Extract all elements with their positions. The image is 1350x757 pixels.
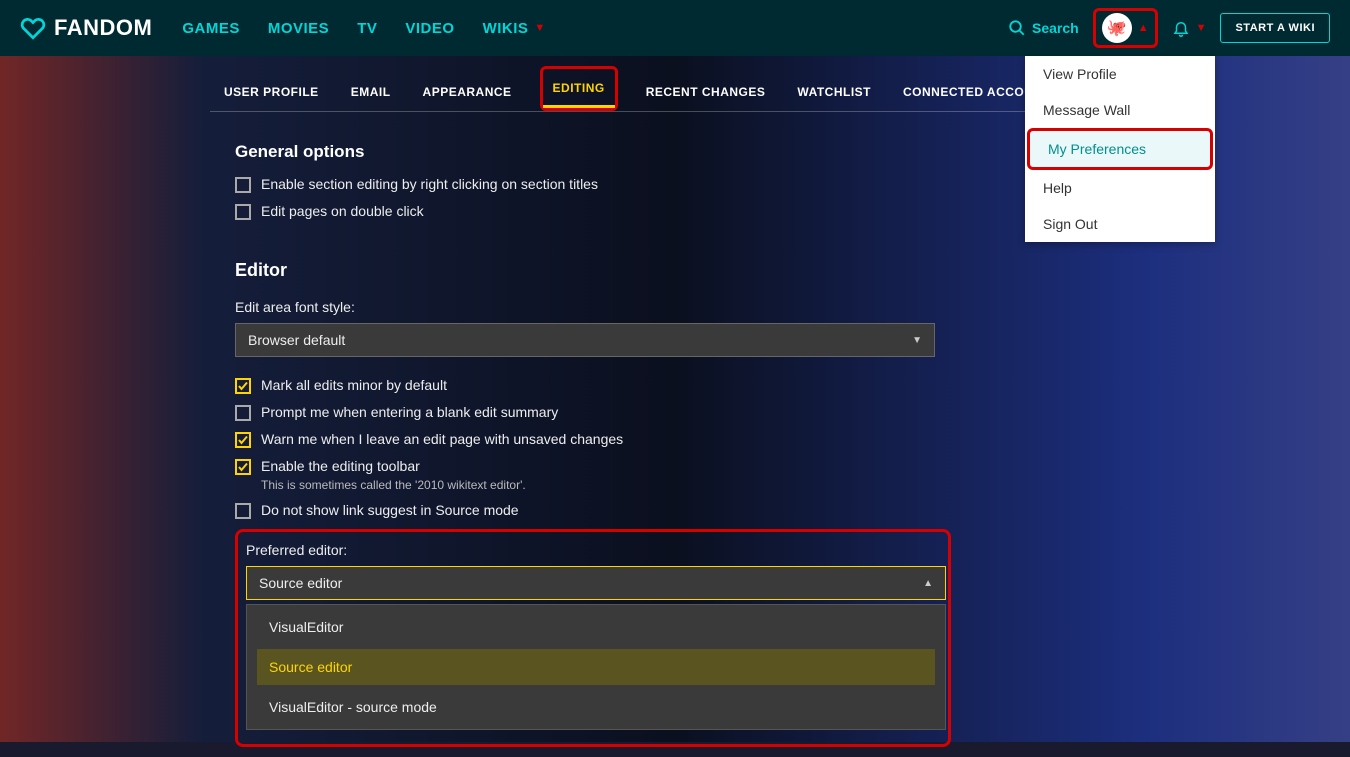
tab-email[interactable]: EMAIL (347, 71, 395, 111)
nav-wikis-label: WIKIS (483, 20, 529, 37)
tab-recent-changes[interactable]: RECENT CHANGES (642, 71, 770, 111)
dd-view-profile[interactable]: View Profile (1025, 56, 1215, 92)
tab-appearance[interactable]: APPEARANCE (419, 71, 516, 111)
notifications-button[interactable]: ▼ (1172, 19, 1207, 37)
brand-logo[interactable]: FANDOM (20, 15, 152, 41)
nav-movies[interactable]: MOVIES (268, 20, 329, 37)
avatar-icon: 🐙 (1102, 13, 1132, 43)
checkbox-editing-toolbar[interactable] (235, 459, 251, 475)
nav-games[interactable]: GAMES (182, 20, 240, 37)
caret-up-icon: ▲ (1138, 22, 1149, 34)
nav-wikis[interactable]: WIKIS ▼ (483, 20, 546, 37)
dd-help[interactable]: Help (1025, 170, 1215, 206)
nav-tv[interactable]: TV (357, 20, 377, 37)
chevron-down-icon: ▼ (534, 22, 545, 34)
search-icon (1008, 19, 1026, 37)
checkbox-double-click[interactable] (235, 204, 251, 220)
option-visualeditor[interactable]: VisualEditor (257, 609, 935, 645)
nav-links: GAMES MOVIES TV VIDEO WIKIS ▼ (182, 20, 545, 37)
label-blank-summary: Prompt me when entering a blank edit sum… (261, 404, 558, 420)
tab-editing-highlight: EDITING (540, 66, 618, 111)
user-avatar-toggle[interactable]: 🐙 ▲ (1093, 8, 1158, 48)
dd-sign-out[interactable]: Sign Out (1025, 206, 1215, 242)
label-minor-edits: Mark all edits minor by default (261, 377, 447, 393)
font-style-label: Edit area font style: (235, 299, 1115, 315)
dd-message-wall[interactable]: Message Wall (1025, 92, 1215, 128)
label-editing-toolbar: Enable the editing toolbar This is somet… (261, 458, 526, 492)
pref-tabs: USER PROFILE EMAIL APPEARANCE EDITING RE… (210, 66, 1140, 112)
checkbox-link-suggest[interactable] (235, 503, 251, 519)
nav-video[interactable]: VIDEO (405, 20, 454, 37)
preferred-editor-options: VisualEditor Source editor VisualEditor … (246, 604, 946, 730)
label-double-click: Edit pages on double click (261, 203, 424, 219)
general-options-heading: General options (235, 142, 1115, 162)
checkbox-blank-summary[interactable] (235, 405, 251, 421)
chevron-down-icon: ▼ (1196, 22, 1207, 34)
top-nav: FANDOM GAMES MOVIES TV VIDEO WIKIS ▼ Sea… (0, 0, 1350, 56)
editor-heading: Editor (235, 260, 1115, 281)
preferred-editor-label: Preferred editor: (246, 542, 940, 558)
tab-user-profile[interactable]: USER PROFILE (220, 71, 323, 111)
label-link-suggest: Do not show link suggest in Source mode (261, 502, 519, 518)
fandom-heart-icon (20, 15, 46, 41)
checkbox-unsaved-warn[interactable] (235, 432, 251, 448)
option-visualeditor-source[interactable]: VisualEditor - source mode (257, 689, 935, 725)
user-dropdown: View Profile Message Wall My Preferences… (1025, 56, 1215, 242)
brand-text: FANDOM (54, 15, 152, 41)
chevron-down-icon: ▼ (912, 335, 922, 346)
tab-watchlist[interactable]: WATCHLIST (793, 71, 875, 111)
checkbox-minor-edits[interactable] (235, 378, 251, 394)
font-style-select[interactable]: Browser default ▼ (235, 323, 935, 357)
search-button[interactable]: Search (1008, 19, 1079, 37)
label-unsaved-warn: Warn me when I leave an edit page with u… (261, 431, 623, 447)
checkbox-section-editing[interactable] (235, 177, 251, 193)
tab-editing[interactable]: EDITING (543, 69, 615, 108)
label-section-editing: Enable section editing by right clicking… (261, 176, 598, 192)
start-wiki-button[interactable]: START A WIKI (1220, 13, 1330, 43)
preferred-editor-value: Source editor (259, 575, 342, 591)
font-style-value: Browser default (248, 332, 345, 348)
bell-icon (1172, 19, 1190, 37)
option-source-editor[interactable]: Source editor (257, 649, 935, 685)
chevron-up-icon: ▲ (923, 578, 933, 589)
preferred-editor-highlight: Preferred editor: Source editor ▲ Visual… (235, 529, 951, 747)
preferred-editor-select[interactable]: Source editor ▲ (246, 566, 946, 600)
search-label: Search (1032, 20, 1079, 36)
dd-my-preferences[interactable]: My Preferences (1027, 128, 1213, 170)
